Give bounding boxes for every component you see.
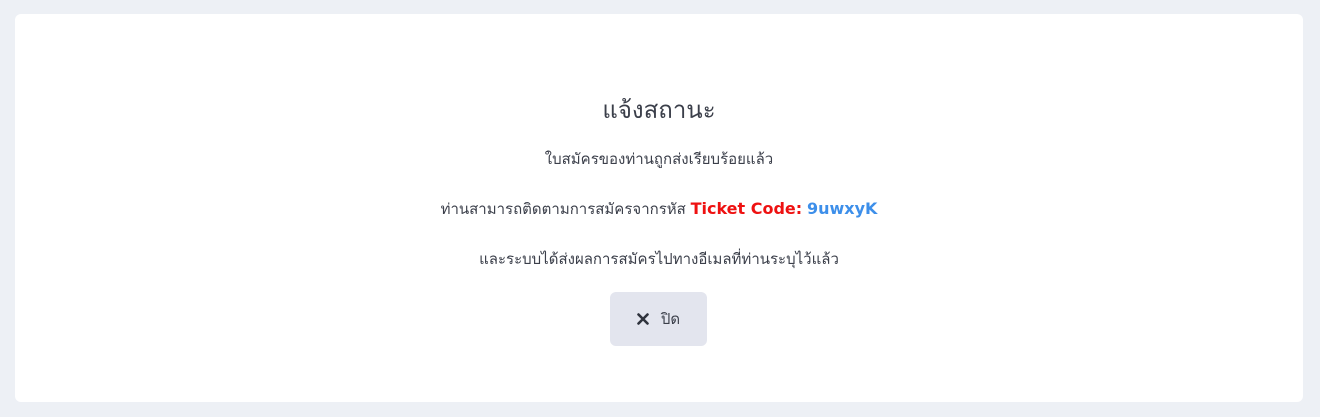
close-button-label: ปิด [660,310,681,328]
ticket-code-label: Ticket Code: [690,199,803,218]
submitted-message: ใบสมัครของท่านถูกส่งเรียบร้อยแล้ว [544,150,774,168]
email-message: และระบบได้ส่งผลการสมัครไปทางอีเมลที่ท่าน… [479,250,839,268]
tracking-message-text: ท่านสามารถติดตามการสมัครจากรหัส [440,200,686,218]
tracking-message: ท่านสามารถติดตามการสมัครจากรหัส Ticket C… [15,198,1303,220]
close-icon [637,313,649,325]
close-button[interactable]: ปิด [610,292,707,346]
status-dialog: แจ้งสถานะ ใบสมัครของท่านถูกส่งเรียบร้อยแ… [15,14,1303,402]
dialog-title: แจ้งสถานะ [602,96,716,124]
ticket-code-value: 9uwxyK [806,199,878,218]
